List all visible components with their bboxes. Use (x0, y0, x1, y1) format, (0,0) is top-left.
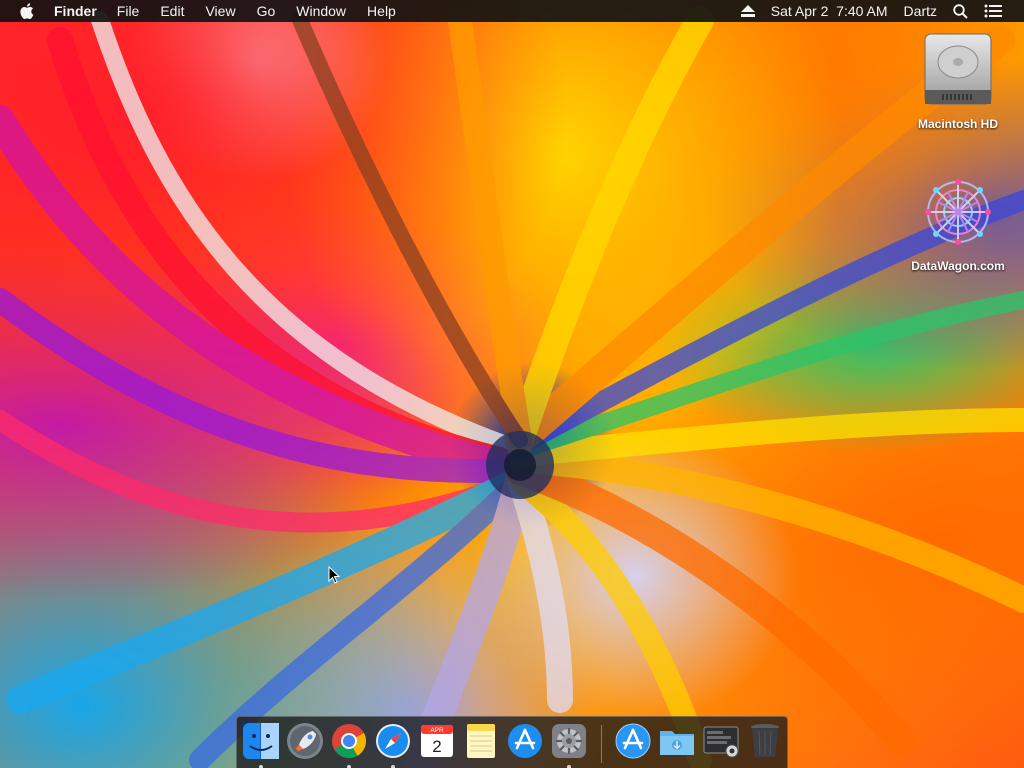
notes-icon (467, 724, 495, 758)
desktop-icon-label: Macintosh HD (917, 117, 998, 131)
folder-icon (660, 731, 694, 755)
app-store-icon (615, 723, 651, 759)
dock-app-safari[interactable] (373, 721, 413, 768)
wallpaper-swirl (0, 6, 1024, 768)
dock-app-screenshot[interactable] (701, 721, 741, 761)
menu-go[interactable]: Go (257, 0, 276, 22)
safari-compass-icon (376, 724, 410, 758)
desktop-icon-macintosh-hd[interactable]: Macintosh HD (898, 32, 1018, 131)
gear-icon (552, 724, 586, 758)
dock-app-finder[interactable] (241, 721, 281, 768)
mouse-cursor-icon (328, 566, 340, 584)
menu-bar-status-area: Sat Apr 2 7:40 AM Dartz (740, 0, 1024, 22)
calendar-icon: APR 2 (421, 725, 453, 757)
menu-edit[interactable]: Edit (160, 0, 184, 22)
notification-center-icon[interactable] (984, 4, 1002, 18)
spotlight-search-icon[interactable] (953, 3, 968, 19)
dock-app-notes[interactable] (461, 721, 501, 761)
dock-app-calendar[interactable]: APR 2 (417, 721, 457, 761)
network-volume-icon (925, 179, 991, 245)
screenshot-icon (703, 726, 739, 758)
menu-view[interactable]: View (205, 0, 235, 22)
menu-window[interactable]: Window (296, 0, 346, 22)
dock-trash[interactable] (745, 721, 785, 761)
desktop-icon-datawagon[interactable]: DataWagon.com (898, 172, 1018, 273)
dock-app-app-store[interactable] (505, 721, 545, 761)
dock: APR 2 (236, 716, 788, 768)
dock-stack-applications[interactable] (613, 721, 653, 761)
calendar-day: 2 (432, 737, 441, 756)
apple-icon[interactable] (20, 0, 36, 22)
dock-app-launchpad[interactable] (285, 721, 325, 761)
desktop-icon-label: DataWagon.com (911, 259, 1005, 273)
trash-icon (751, 724, 779, 757)
dock-app-chrome[interactable] (329, 721, 369, 768)
menu-help[interactable]: Help (367, 0, 396, 22)
finder-icon (243, 723, 279, 759)
chrome-icon (332, 724, 366, 758)
calendar-month: APR (430, 727, 444, 734)
eject-icon[interactable] (740, 5, 755, 17)
menu-file[interactable]: File (117, 0, 140, 22)
dock-app-system-preferences[interactable] (549, 721, 589, 768)
menu-app-finder[interactable]: Finder (54, 0, 97, 22)
menu-bar: Finder File Edit View Go Window Help Sat… (0, 0, 1024, 22)
menu-user-name[interactable]: Dartz (904, 3, 937, 19)
menu-clock[interactable]: Sat Apr 2 7:40 AM (771, 3, 888, 19)
dock-stack-downloads[interactable] (657, 721, 697, 761)
app-store-icon (508, 724, 542, 758)
desktop-wallpaper (0, 0, 1024, 768)
launchpad-rocket-icon (287, 723, 323, 759)
dock-separator (601, 725, 602, 763)
hard-drive-icon (924, 33, 992, 105)
